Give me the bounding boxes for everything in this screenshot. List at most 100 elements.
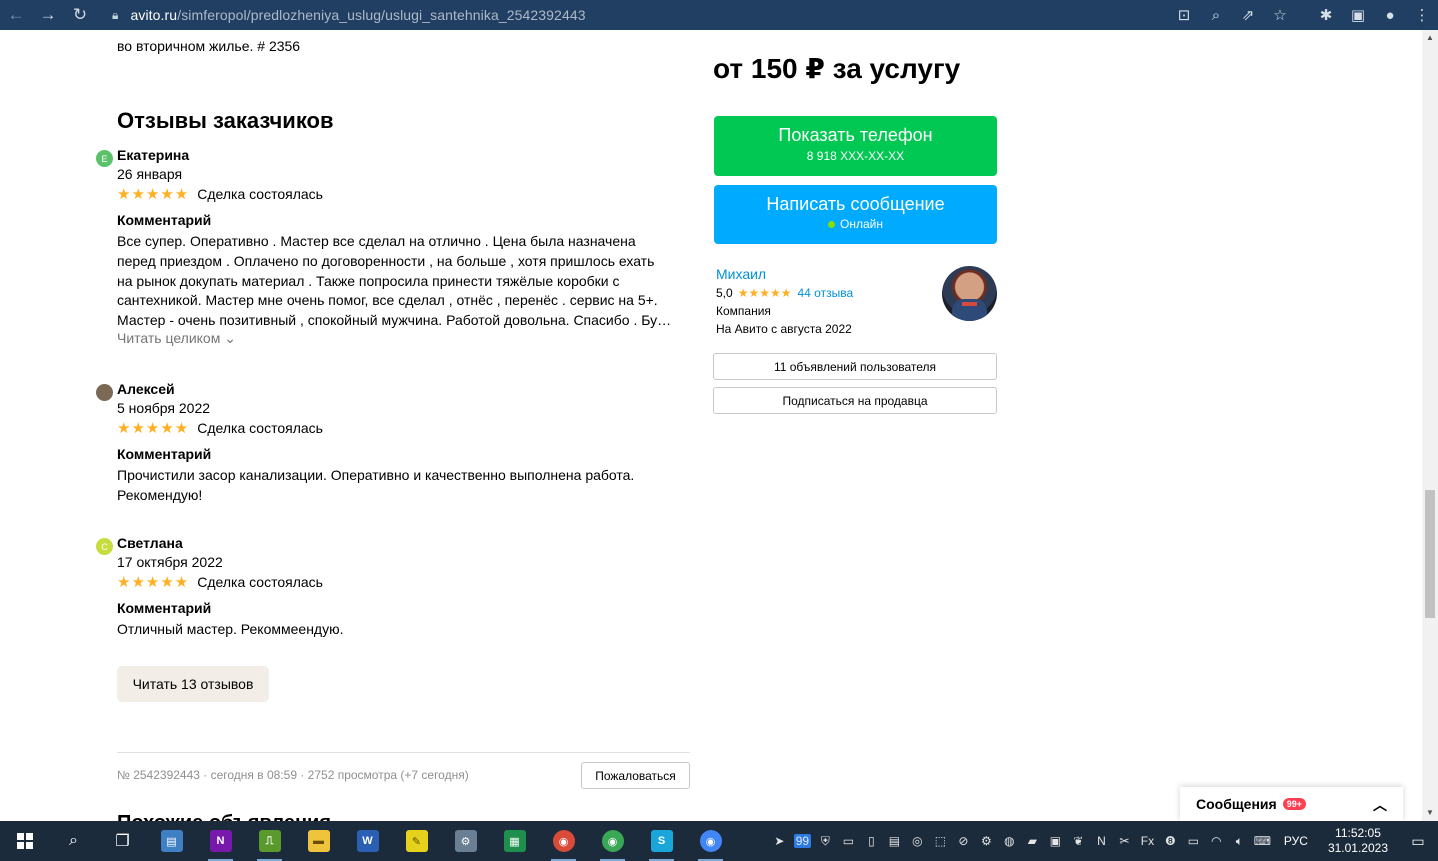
review-line: Мастер - очень позитивный , спокойный му… bbox=[117, 312, 672, 329]
deal-status: Сделка состоялась bbox=[197, 186, 323, 202]
taskbar-app-editor-icon[interactable]: ⎍ bbox=[245, 821, 294, 861]
comment-label: Комментарий bbox=[117, 212, 212, 228]
wifi-icon[interactable]: ◠ bbox=[1205, 834, 1228, 848]
write-message-button[interactable]: Написать сообщение Онлайн bbox=[714, 185, 997, 244]
seller-name-link[interactable]: Михаил bbox=[716, 266, 766, 282]
bookmark-star-icon[interactable]: ☆ bbox=[1264, 0, 1296, 30]
review-date: 26 января bbox=[117, 166, 183, 182]
reviewer-avatar: Е bbox=[96, 150, 113, 167]
tray-badge-icon[interactable]: 99 bbox=[791, 834, 814, 848]
fx-icon[interactable]: Fx bbox=[1136, 834, 1159, 848]
seller-type: Компания bbox=[716, 304, 771, 318]
task-view-icon[interactable]: ❐ bbox=[98, 821, 147, 861]
reviewer-name: Светлана bbox=[117, 535, 183, 551]
antivirus-icon[interactable]: ❽ bbox=[1159, 834, 1182, 848]
stop-icon[interactable]: ⊘ bbox=[952, 834, 975, 848]
messages-badge: 99+ bbox=[1282, 798, 1306, 810]
messages-panel[interactable]: Сообщения 99+ ︿ bbox=[1180, 787, 1403, 821]
review-line: сантехникой. Мастер мне очень помог, все… bbox=[117, 292, 658, 309]
menu-kebab-icon[interactable]: ⋮ bbox=[1406, 0, 1438, 30]
read-more-link[interactable]: Читать целиком ⌄ bbox=[117, 330, 236, 347]
scrollbar-thumb[interactable] bbox=[1425, 490, 1435, 618]
globe-icon[interactable]: ◍ bbox=[998, 834, 1021, 848]
price: от 150 ₽ за услугу bbox=[713, 53, 961, 84]
reviewer-avatar bbox=[96, 384, 113, 401]
chevron-up-icon[interactable]: ︿ bbox=[1373, 795, 1387, 815]
seller-avatar[interactable] bbox=[942, 266, 997, 321]
subscribe-button[interactable]: Подписаться на продавца bbox=[713, 387, 997, 414]
lock-icon: 🔒︎ bbox=[112, 7, 119, 22]
taskbar-app-onenote-icon[interactable]: N bbox=[196, 821, 245, 861]
leaf-icon[interactable]: ❦ bbox=[1067, 834, 1090, 848]
translate-icon[interactable]: ⊡ bbox=[1168, 0, 1200, 30]
share-icon[interactable]: ⇗ bbox=[1232, 0, 1264, 30]
back-icon[interactable]: ← bbox=[0, 0, 32, 30]
profile-icon[interactable]: ● bbox=[1374, 0, 1406, 30]
seller-rating-value: 5,0 bbox=[716, 286, 733, 300]
review-line: Отличный мастер. Рекоммеендую. bbox=[117, 621, 344, 637]
taskbar-app-excel-icon[interactable]: ▦ bbox=[490, 821, 539, 861]
windows-taskbar: ⌕ ❐ ▤ N ⎍ ▬ W ✎ ⚙ ▦ ◉ ◉ S ◉ ➤ 99 ⛨ ▭ ▯ ▤… bbox=[0, 821, 1438, 861]
side-panel-icon[interactable]: ▣ bbox=[1342, 0, 1374, 30]
online-dot-icon bbox=[828, 220, 836, 228]
zoom-icon[interactable]: ⌕ bbox=[1200, 0, 1232, 30]
show-phone-button[interactable]: Показать телефон 8 918 XXX-XX-XX bbox=[714, 116, 997, 176]
complain-button[interactable]: Пожаловаться bbox=[581, 762, 690, 789]
shield-icon[interactable]: ⛨ bbox=[814, 834, 837, 849]
onenote-icon[interactable]: N bbox=[1090, 834, 1113, 848]
gear-icon[interactable]: ⚙ bbox=[975, 834, 998, 848]
taskbar-app-word-icon[interactable]: W bbox=[343, 821, 392, 861]
page-scrollbar[interactable]: ▲ ▼ bbox=[1422, 30, 1438, 821]
review-line: Все супер. Оперативно . Мастер все сдела… bbox=[117, 233, 636, 249]
reviews-title: Отзывы заказчиков bbox=[117, 108, 334, 133]
keyboard-icon[interactable]: ⌨ bbox=[1251, 834, 1274, 848]
star-rating-icon: ★★★★★ bbox=[737, 286, 792, 300]
similar-ads-title: Похожие объявления bbox=[117, 812, 331, 821]
taskbar-app-tool-icon[interactable]: ⚙ bbox=[441, 821, 490, 861]
forward-icon[interactable]: → bbox=[32, 0, 64, 30]
clock[interactable]: 11:52:05 31.01.2023 bbox=[1328, 826, 1388, 856]
taskbar-app-skype-icon[interactable]: S bbox=[637, 821, 686, 861]
start-windows-icon[interactable] bbox=[0, 821, 49, 861]
reload-icon[interactable]: ↻ bbox=[64, 0, 96, 30]
notification-center-icon[interactable]: ▭ bbox=[1398, 833, 1438, 850]
tool-icon[interactable]: ✂ bbox=[1113, 834, 1136, 848]
review-line: на рынок докупать материал . Также попро… bbox=[117, 272, 620, 289]
monitor-icon[interactable]: ▭ bbox=[837, 834, 860, 848]
review-text: Прочистили засор канализации. Оперативно… bbox=[117, 466, 687, 506]
scroll-up-arrow-icon[interactable]: ▲ bbox=[1425, 33, 1435, 43]
taskbar-app-chrome-icon[interactable]: ◉ bbox=[686, 821, 735, 861]
taskbar-app-explorer-icon[interactable]: ▬ bbox=[294, 821, 343, 861]
url-host: avito.ru bbox=[130, 7, 178, 23]
input-language[interactable]: РУС bbox=[1284, 834, 1308, 848]
document-icon[interactable]: ▯ bbox=[860, 834, 883, 848]
app-circle-icon[interactable]: ◎ bbox=[906, 834, 929, 848]
clock-date: 31.01.2023 bbox=[1327, 841, 1388, 855]
user-ads-button[interactable]: 11 объявлений пользователя bbox=[713, 353, 997, 380]
scroll-down-arrow-icon[interactable]: ▼ bbox=[1425, 808, 1435, 818]
reviewer-avatar: С bbox=[96, 538, 113, 555]
review-text: Отличный мастер. Рекоммеендую. bbox=[117, 620, 687, 640]
star-rating-icon: ★★★★★ bbox=[117, 186, 190, 203]
review-item: Е Екатерина 26 января ★★★★★ Сделка состо… bbox=[96, 147, 696, 347]
read-all-reviews-button[interactable]: Читать 13 отзывов bbox=[117, 666, 269, 702]
window-icon[interactable]: ▣ bbox=[1044, 834, 1067, 848]
telegram-icon[interactable]: ➤ bbox=[768, 834, 791, 848]
taskbar-app-chrome-icon[interactable]: ◉ bbox=[588, 821, 637, 861]
sticky-icon[interactable]: ▰ bbox=[1021, 834, 1044, 848]
crop-icon[interactable]: ⬚ bbox=[929, 834, 952, 848]
taskbar-app-files-icon[interactable]: ▤ bbox=[147, 821, 196, 861]
review-text: Все супер. Оперативно . Мастер все сдела… bbox=[117, 232, 687, 331]
battery-icon[interactable]: ▭ bbox=[1182, 834, 1205, 848]
extensions-icon[interactable]: ✱ bbox=[1310, 0, 1342, 30]
note-icon[interactable]: ▤ bbox=[883, 834, 906, 848]
taskbar-app-chrome-icon[interactable]: ◉ bbox=[539, 821, 588, 861]
url-path: /simferopol/predlozheniya_uslug/uslugi_s… bbox=[177, 7, 586, 23]
taskbar-app-sticky-notes-icon[interactable]: ✎ bbox=[392, 821, 441, 861]
seller-reviews-link[interactable]: 44 отзыва bbox=[797, 286, 853, 300]
search-icon[interactable]: ⌕ bbox=[49, 821, 98, 861]
address-bar[interactable]: 🔒︎ avito.ru/simferopol/predlozheniya_usl… bbox=[112, 0, 586, 30]
volume-icon[interactable]: 🔈︎ bbox=[1228, 834, 1251, 849]
system-tray: ➤ 99 ⛨ ▭ ▯ ▤ ◎ ⬚ ⊘ ⚙ ◍ ▰ ▣ ❦ N ✂ Fx ❽ ▭ … bbox=[768, 821, 1438, 861]
phone-number-masked: 8 918 XXX-XX-XX bbox=[806, 149, 905, 163]
